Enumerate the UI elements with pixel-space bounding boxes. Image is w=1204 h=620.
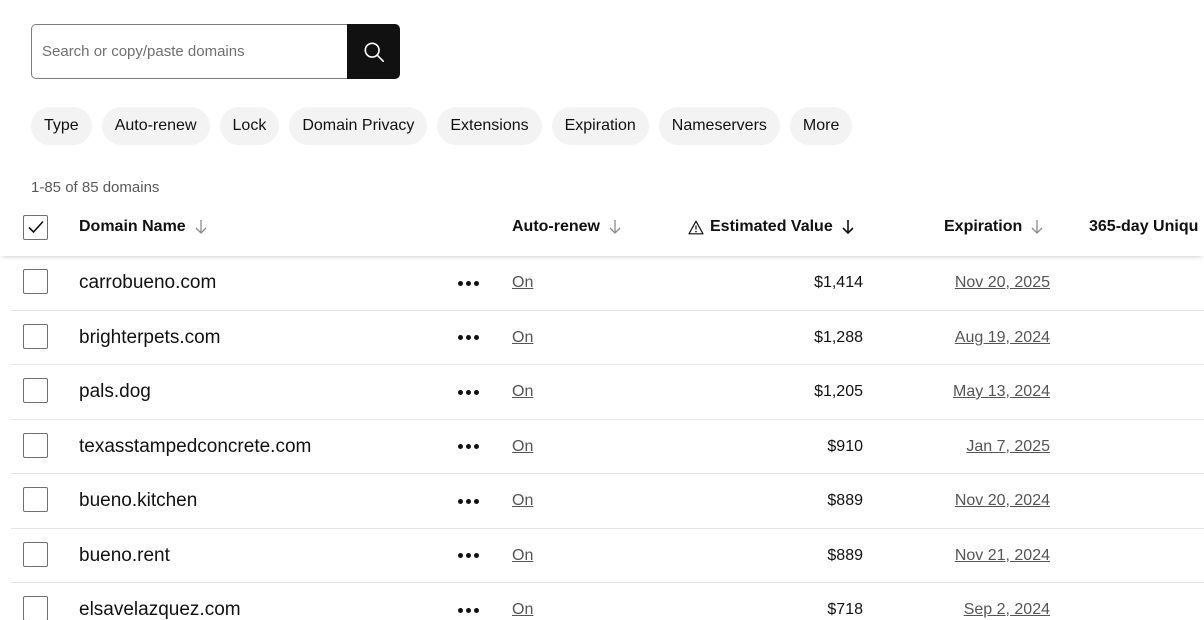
sort-arrow-active-icon: [841, 219, 855, 235]
auto-renew-link[interactable]: On: [512, 365, 533, 419]
table-row: bueno.kitchen On $889 Nov 20, 2024: [11, 474, 1204, 529]
expiration-link[interactable]: Nov 20, 2024: [955, 474, 1050, 528]
row-checkbox[interactable]: [23, 596, 48, 620]
row-checkbox[interactable]: [23, 378, 48, 403]
select-all-cell: [23, 200, 48, 254]
column-365-day-unique-label: 365-day Uniqu: [1089, 218, 1199, 235]
expiration-link[interactable]: Aug 19, 2024: [955, 311, 1050, 365]
estimated-value: $718: [827, 601, 863, 618]
sort-arrow-icon: [1030, 219, 1044, 235]
table-row: carrobueno.com On $1,414 Nov 20, 2025: [11, 256, 1204, 311]
domain-name[interactable]: elsavelazquez.com: [79, 583, 241, 620]
more-options-icon[interactable]: [458, 365, 479, 419]
filter-domain-privacy[interactable]: Domain Privacy: [289, 107, 428, 145]
domain-name[interactable]: carrobueno.com: [79, 256, 216, 310]
sort-arrow-icon: [608, 219, 622, 235]
row-checkbox[interactable]: [23, 432, 48, 458]
estimated-value: $1,205: [814, 383, 863, 400]
more-options-icon[interactable]: [458, 583, 479, 620]
filter-type[interactable]: Type: [31, 107, 92, 145]
domain-name[interactable]: texasstampedconcrete.com: [79, 420, 311, 474]
expiration-link[interactable]: May 13, 2024: [953, 365, 1050, 419]
column-auto-renew[interactable]: Auto-renew: [512, 200, 622, 254]
column-expiration-label: Expiration: [944, 218, 1023, 235]
domain-name[interactable]: bueno.rent: [79, 529, 170, 583]
expiration-link[interactable]: Jan 7, 2025: [966, 420, 1050, 474]
checkmark-icon: [27, 220, 44, 234]
expiration-link[interactable]: Sep 2, 2024: [964, 583, 1050, 620]
column-expiration[interactable]: Expiration: [944, 200, 1044, 254]
column-estimated-value-label: Estimated Value: [710, 218, 833, 235]
filter-auto-renew[interactable]: Auto-renew: [101, 107, 210, 145]
estimated-value: $1,414: [814, 274, 863, 291]
select-all-checkbox[interactable]: [23, 214, 48, 240]
column-domain-name-label: Domain Name: [79, 218, 186, 235]
search-button[interactable]: [347, 24, 400, 79]
more-options-icon[interactable]: [458, 420, 479, 474]
row-checkbox[interactable]: [23, 541, 48, 567]
expiration-link[interactable]: Nov 21, 2024: [955, 529, 1050, 583]
auto-renew-link[interactable]: On: [512, 256, 533, 310]
auto-renew-link[interactable]: On: [512, 529, 533, 583]
table-row: pals.dog On $1,205 May 13, 2024: [11, 365, 1204, 420]
table-header: Domain Name Auto-renew Estimated Value E…: [0, 200, 1204, 256]
search-input[interactable]: [31, 24, 347, 79]
filter-nameservers[interactable]: Nameservers: [658, 107, 780, 145]
search-icon: [363, 41, 384, 62]
domain-name[interactable]: bueno.kitchen: [79, 474, 197, 528]
filter-extensions[interactable]: Extensions: [437, 107, 542, 145]
row-checkbox[interactable]: [23, 269, 48, 294]
warning-icon: [688, 220, 704, 235]
search-bar: [31, 24, 400, 79]
table-row: texasstampedconcrete.com On $910 Jan 7, …: [11, 420, 1204, 474]
filter-expiration[interactable]: Expiration: [551, 107, 649, 145]
filter-bar: Type Auto-renew Lock Domain Privacy Exte…: [31, 107, 853, 145]
more-options-icon[interactable]: [458, 311, 479, 365]
domain-table-body: carrobueno.com On $1,414 Nov 20, 2025 br…: [11, 256, 1204, 620]
filter-lock[interactable]: Lock: [219, 107, 280, 145]
table-row: brighterpets.com On $1,288 Aug 19, 2024: [11, 311, 1204, 365]
domain-name[interactable]: pals.dog: [79, 365, 151, 419]
estimated-value: $889: [827, 546, 863, 564]
sort-arrow-icon: [194, 219, 208, 235]
column-365-day-unique[interactable]: 365-day Uniqu: [1089, 200, 1198, 254]
row-checkbox[interactable]: [23, 487, 48, 512]
more-options-icon[interactable]: [458, 529, 479, 583]
auto-renew-link[interactable]: On: [512, 311, 533, 365]
table-row: bueno.rent On $889 Nov 21, 2024: [11, 529, 1204, 583]
filter-more[interactable]: More: [789, 107, 853, 145]
estimated-value: $1,288: [814, 328, 863, 346]
domain-list-page: Type Auto-renew Lock Domain Privacy Exte…: [0, 0, 1204, 620]
column-domain-name[interactable]: Domain Name: [79, 200, 208, 254]
row-checkbox[interactable]: [23, 323, 48, 349]
result-count: 1-85 of 85 domains: [31, 179, 160, 196]
auto-renew-link[interactable]: On: [512, 583, 533, 620]
table-row: elsavelazquez.com On $718 Sep 2, 2024: [11, 583, 1204, 620]
auto-renew-link[interactable]: On: [512, 420, 533, 474]
column-estimated-value[interactable]: Estimated Value: [688, 200, 855, 254]
domain-name[interactable]: brighterpets.com: [79, 311, 221, 365]
more-options-icon[interactable]: [458, 256, 479, 310]
column-auto-renew-label: Auto-renew: [512, 218, 600, 235]
auto-renew-link[interactable]: On: [512, 474, 533, 528]
more-options-icon[interactable]: [458, 474, 479, 528]
expiration-link[interactable]: Nov 20, 2025: [955, 256, 1050, 310]
estimated-value: $889: [827, 492, 863, 509]
estimated-value: $910: [827, 437, 863, 455]
